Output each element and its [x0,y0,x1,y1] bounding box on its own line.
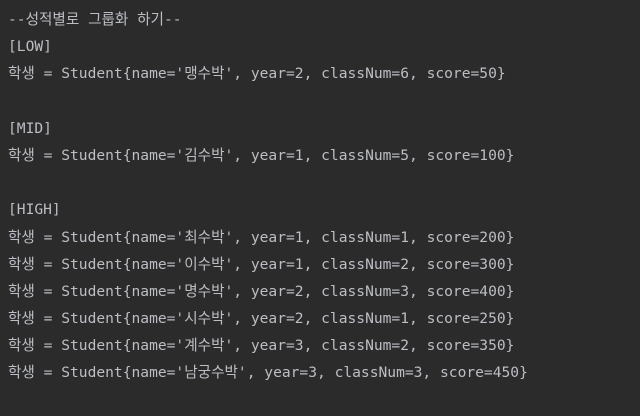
console-line: 학생 = Student{name='시수박', year=2, classNu… [8,310,515,328]
console-line: 학생 = Student{name='명수박', year=2, classNu… [8,282,515,300]
console-line: 학생 = Student{name='남궁수박', year=3, classN… [8,364,528,382]
group-label-high: [HIGH] [8,201,61,219]
console-line: 학생 = Student{name='계수박', year=3, classNu… [8,337,515,355]
console-output[interactable]: --성적별로 그룹화 하기-- [LOW] 학생 = Student{name=… [0,0,640,416]
group-label-low: [LOW] [8,38,52,56]
console-line: 학생 = Student{name='최수박', year=1, classNu… [8,228,515,246]
console-line: 학생 = Student{name='이수박', year=1, classNu… [8,255,515,273]
console-line: 학생 = Student{name='맹수박', year=2, classNu… [8,65,506,83]
console-header: --성적별로 그룹화 하기-- [8,11,182,28]
console-line: 학생 = Student{name='김수박', year=1, classNu… [8,146,515,164]
group-label-mid: [MID] [8,119,52,137]
